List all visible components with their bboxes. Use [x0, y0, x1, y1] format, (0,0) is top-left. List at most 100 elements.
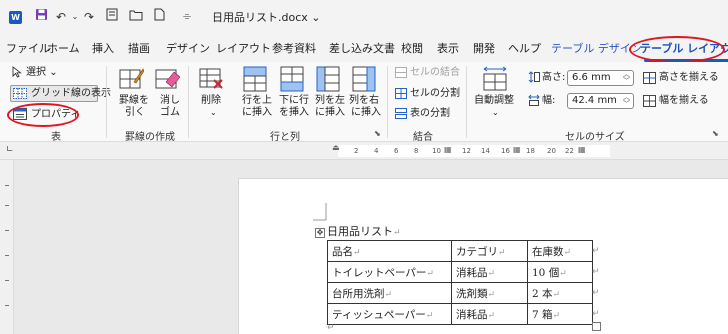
- left-indent-marker-icon[interactable]: ⏏: [332, 143, 340, 152]
- tab-draw[interactable]: 描画: [128, 38, 150, 60]
- tab-developer[interactable]: 開発: [473, 38, 495, 60]
- open-folder-icon[interactable]: [127, 8, 145, 26]
- redo-icon[interactable]: ↷: [80, 8, 98, 26]
- ribbon: 選択 ⌄ グリッド線の表示 プロパティ 表 罫線を 引く 消し ゴム 罫線の作成…: [0, 62, 728, 143]
- tab-references[interactable]: 参考資料: [272, 38, 316, 60]
- paragraph-mark: ↵: [393, 228, 401, 238]
- tab-insert[interactable]: 挿入: [92, 38, 114, 60]
- ruler-label: 12: [462, 147, 471, 155]
- tab-design[interactable]: デザイン: [166, 38, 210, 60]
- cell-size-dialog-launcher-icon[interactable]: ⬊: [712, 129, 719, 138]
- cell-end-mark: ↵: [552, 289, 561, 300]
- split-table-button[interactable]: 表の分割: [410, 108, 450, 120]
- document-table[interactable]: 品名↵ カテゴリ↵ 在庫数↵ トイレットペーパー↵ 消耗品↵ 10 個↵ 台所用…: [327, 240, 593, 325]
- group-label-draw-borders: 罫線の作成: [125, 132, 175, 143]
- table-cell[interactable]: 品名↵: [327, 240, 452, 262]
- distribute-rows-button[interactable]: 高さを揃える: [659, 72, 719, 84]
- table-cell-text: 10 個: [532, 266, 560, 279]
- table-cell[interactable]: 2 本↵: [527, 282, 593, 304]
- tab-table-design[interactable]: テーブル デザイン: [551, 38, 642, 60]
- column-width-spin-arrows-icon[interactable]: ︿ ﹀: [623, 94, 630, 108]
- column-marker-icon[interactable]: ▦: [578, 145, 586, 154]
- split-cells-button[interactable]: セルの分割: [410, 88, 460, 100]
- tab-table-layout[interactable]: テーブル レイアウト: [640, 38, 728, 62]
- insert-below-label-1[interactable]: 下に行: [279, 95, 309, 107]
- distribute-columns-button[interactable]: 幅を揃える: [659, 95, 709, 107]
- tab-layout[interactable]: レイアウト: [216, 38, 271, 60]
- document-title[interactable]: 日用品リスト.docx ⌄: [212, 9, 321, 25]
- delete-button[interactable]: 削除: [201, 95, 221, 107]
- row-height-stepper[interactable]: 6.6 mm ︿ ﹀: [567, 70, 634, 86]
- table-cell-text: 消耗品: [456, 308, 488, 321]
- row-height-spin-arrows-icon[interactable]: ︿ ﹀: [623, 71, 630, 85]
- table-cell-text: 消耗品: [456, 266, 488, 279]
- cell-end-mark: ↵: [559, 268, 567, 279]
- row-end-mark: ↵: [592, 309, 600, 319]
- tab-selector-icon[interactable]: ∟: [6, 145, 14, 155]
- insert-above-label-2[interactable]: に挿入: [242, 107, 272, 119]
- table-cell[interactable]: カテゴリ↵: [451, 240, 528, 262]
- table-cell[interactable]: ティッシュペーパー↵: [327, 303, 452, 325]
- table-cell[interactable]: 台所用洗剤↵: [327, 282, 452, 304]
- row-height-label: 高さ:: [542, 72, 566, 83]
- document-title-text: 日用品リスト.docx: [212, 11, 308, 24]
- ruler-tick: [5, 280, 9, 281]
- column-marker-icon[interactable]: ▦: [513, 145, 521, 154]
- delete-chevron-down-icon[interactable]: ⌄: [210, 107, 217, 119]
- insert-right-icon: [352, 66, 376, 95]
- select-chevron-down-icon: ⌄: [49, 67, 58, 78]
- rows-columns-dialog-launcher-icon[interactable]: ⬊: [374, 129, 381, 138]
- table-move-handle-icon[interactable]: ✥: [315, 228, 325, 238]
- table-resize-handle-icon[interactable]: [592, 322, 601, 331]
- ruler-label: 10: [432, 147, 441, 155]
- autofit-chevron-down-icon[interactable]: ⌄: [492, 107, 499, 119]
- draw-table-label-1[interactable]: 罫線を: [119, 95, 149, 107]
- table-cell[interactable]: 洗剤類↵: [451, 282, 528, 304]
- tab-mailings[interactable]: 差し込み文書: [329, 38, 395, 60]
- insert-left-label-2[interactable]: に挿入: [315, 107, 345, 119]
- eraser-label-2[interactable]: ゴム: [160, 107, 180, 119]
- tab-home[interactable]: ホーム: [47, 38, 80, 60]
- select-label: 選択: [26, 67, 46, 78]
- properties-button[interactable]: プロパティ: [31, 109, 80, 121]
- insert-above-label-1[interactable]: 行を上: [242, 95, 272, 107]
- vertical-ruler[interactable]: [0, 160, 14, 334]
- autofit-button[interactable]: 自動調整: [474, 95, 514, 107]
- ruler-label: 22: [565, 147, 574, 155]
- row-end-mark: ↵: [592, 246, 600, 256]
- save-icon[interactable]: [32, 8, 50, 26]
- table-cell[interactable]: 7 箱↵: [527, 303, 593, 325]
- table-cell[interactable]: 消耗品↵: [451, 303, 528, 325]
- select-button[interactable]: 選択 ⌄: [26, 67, 58, 79]
- title-bar: W ↶ ⌄ ↷ ⌯ 日用品リスト.docx ⌄: [0, 0, 728, 34]
- group-label-merge: 結合: [413, 132, 433, 143]
- tab-help[interactable]: ヘルプ: [508, 38, 541, 60]
- split-cells-icon: [395, 88, 407, 102]
- cell-end-mark: ↵: [552, 310, 561, 321]
- column-width-stepper[interactable]: 42.4 mm ︿ ﹀: [567, 93, 634, 109]
- eraser-label-1[interactable]: 消し: [160, 95, 180, 107]
- tab-view[interactable]: 表示: [437, 38, 459, 60]
- table-cell[interactable]: トイレットペーパー↵: [327, 261, 452, 283]
- page-setup-icon[interactable]: [103, 8, 121, 26]
- insert-right-label-1[interactable]: 列を右: [349, 95, 379, 107]
- table-cell[interactable]: 在庫数↵: [527, 240, 593, 262]
- insert-right-label-2[interactable]: に挿入: [351, 107, 381, 119]
- merge-cells-button[interactable]: セルの結合: [410, 67, 460, 79]
- column-marker-icon[interactable]: ▦: [444, 145, 452, 154]
- word-app-icon: W: [9, 11, 22, 24]
- customize-quick-access-icon[interactable]: ⌯: [178, 8, 196, 26]
- table-cell[interactable]: 10 個↵: [527, 261, 593, 283]
- draw-table-label-2[interactable]: 引く: [125, 107, 145, 119]
- insert-below-label-2[interactable]: を挿入: [279, 107, 309, 119]
- insert-left-label-1[interactable]: 列を左: [315, 95, 345, 107]
- new-document-icon[interactable]: [150, 8, 168, 26]
- ruler-tick: [5, 255, 9, 256]
- group-separator: [387, 66, 388, 138]
- horizontal-ruler[interactable]: 2 4 6 8 10 12 14 16 18 20 22 ⏏ ▦ ▦ ▦: [332, 143, 610, 157]
- tab-table-layout-label: テーブル レイアウト: [640, 42, 728, 55]
- column-width-value: 42.4 mm: [572, 95, 617, 106]
- tab-file[interactable]: ファイル: [6, 38, 50, 60]
- tab-review[interactable]: 校閲: [401, 38, 423, 60]
- table-cell[interactable]: 消耗品↵: [451, 261, 528, 283]
